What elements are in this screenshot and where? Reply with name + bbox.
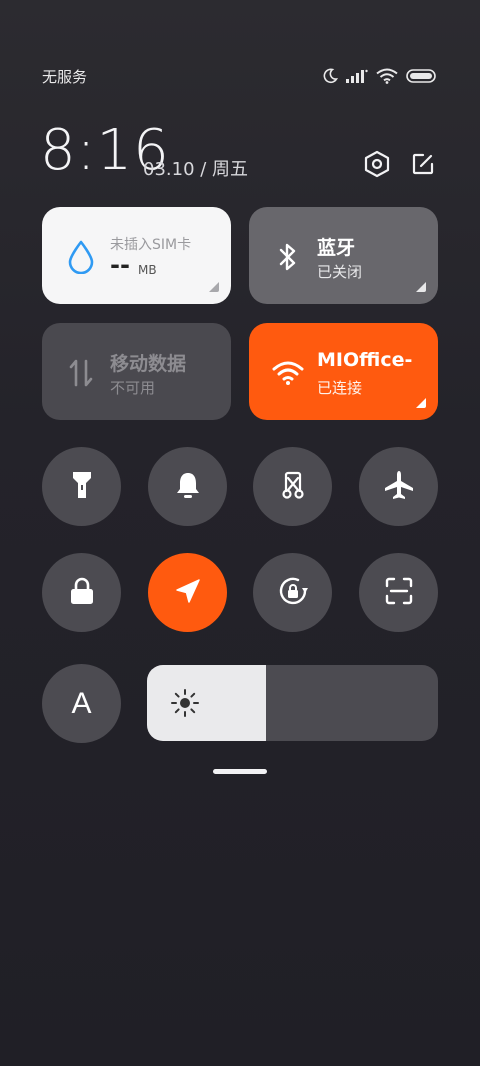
flashlight-toggle[interactable] [42, 447, 121, 526]
date-weekday: 03.10 / 周五 [143, 159, 249, 180]
flashlight-icon [71, 470, 93, 504]
expand-corner-icon [209, 282, 219, 292]
brightness-slider[interactable] [147, 665, 438, 741]
bluetooth-tile[interactable]: 蓝牙 已关闭 [249, 207, 438, 304]
moon-icon [322, 68, 338, 84]
carrier-status: 无服务 [42, 68, 88, 86]
bluetooth-title: 蓝牙 [317, 237, 356, 259]
brightness-level-fill [147, 665, 267, 741]
location-toggle[interactable] [148, 553, 227, 632]
airplane-icon [383, 469, 415, 505]
data-usage-unit: MB [138, 263, 157, 277]
sun-icon [169, 687, 201, 719]
water-drop-icon [64, 240, 98, 274]
scissors-icon [278, 470, 308, 504]
wifi-icon [271, 356, 305, 390]
rotation-lock-icon [276, 574, 310, 612]
expand-corner-icon [416, 282, 426, 292]
auto-brightness-toggle[interactable]: A [42, 664, 121, 743]
ringer-toggle[interactable] [148, 447, 227, 526]
bluetooth-icon [271, 240, 305, 274]
scan-icon [384, 576, 414, 610]
battery-icon [406, 69, 436, 83]
bell-icon [175, 471, 201, 503]
wifi-icon [376, 68, 398, 84]
signal-icon [346, 69, 368, 83]
wifi-status: 已连接 [317, 379, 363, 397]
mobile-data-arrows-icon [64, 356, 98, 390]
mobile-data-status: 不可用 [110, 379, 156, 397]
wifi-network-name: MIOffice- [317, 349, 413, 371]
screenshot-toggle[interactable] [253, 447, 332, 526]
rotation-lock-toggle[interactable] [253, 553, 332, 632]
location-arrow-icon [174, 577, 202, 609]
mobile-data-tile[interactable]: 移动数据 不可用 [42, 323, 231, 420]
data-usage-value: -- [110, 251, 130, 279]
lock-screen-toggle[interactable] [42, 553, 121, 632]
airplane-mode-toggle[interactable] [359, 447, 438, 526]
expand-corner-icon [416, 398, 426, 408]
bluetooth-status: 已关闭 [317, 263, 363, 281]
auto-brightness-label: A [71, 686, 92, 720]
status-icons [322, 64, 436, 88]
mobile-data-title: 移动数据 [110, 353, 187, 375]
lock-icon [69, 577, 95, 609]
data-usage-tile[interactable]: 未插入SIM卡 -- MB [42, 207, 231, 304]
edit-icon[interactable] [406, 147, 440, 181]
wifi-tile[interactable]: MIOffice- 已连接 [249, 323, 438, 420]
scanner-toggle[interactable] [359, 553, 438, 632]
settings-hex-icon[interactable] [360, 147, 394, 181]
home-indicator[interactable] [213, 769, 267, 774]
